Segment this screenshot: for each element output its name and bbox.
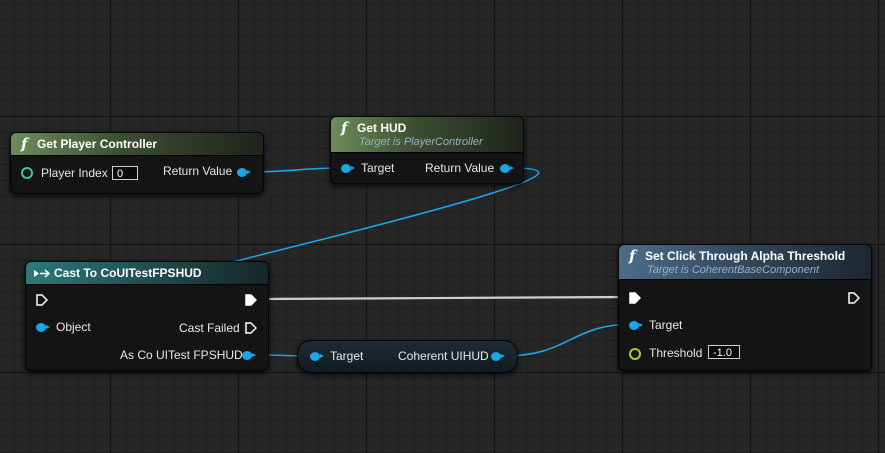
target-pin[interactable] — [341, 164, 355, 173]
cast-icon — [34, 269, 50, 278]
exec-in-pin[interactable] — [629, 292, 641, 304]
node-header: f Set Click Through Alpha Threshold Targ… — [619, 245, 871, 280]
threshold-input[interactable]: -1.0 — [708, 345, 740, 359]
output-pin[interactable] — [491, 352, 505, 361]
target-label: Target — [649, 318, 683, 332]
return-value-label: Return Value — [163, 164, 233, 178]
return-value-label: Return Value — [425, 161, 495, 175]
function-icon: f — [21, 135, 28, 153]
target-pin[interactable] — [629, 321, 643, 330]
return-value-pin[interactable] — [500, 164, 514, 173]
node-set-threshold[interactable]: f Set Click Through Alpha Threshold Targ… — [618, 244, 872, 371]
node-variable-get[interactable]: Target Coherent UIHUD — [297, 340, 518, 373]
as-output-label: As Co UITest FPSHUD — [120, 348, 243, 362]
node-get-player-controller[interactable]: f Get Player Controller Player Index 0 R… — [10, 132, 264, 194]
exec-out-pin[interactable] — [848, 292, 860, 304]
wire-variable-to-target — [503, 323, 635, 357]
node-title: Get Player Controller — [37, 137, 158, 151]
cast-failed-pin[interactable] — [245, 322, 257, 334]
node-header: Cast To CoUITestFPSHUD — [26, 262, 268, 285]
node-cast[interactable]: Cast To CoUITestFPSHUD Object Cast Faile… — [25, 261, 269, 371]
player-index-label: Player Index — [41, 166, 108, 180]
node-header: f Get Player Controller — [11, 133, 263, 156]
object-label: Object — [56, 320, 91, 334]
function-icon: f — [629, 247, 636, 265]
node-get-hud[interactable]: f Get HUD Target is PlayerController Tar… — [330, 116, 524, 184]
object-pin[interactable] — [36, 323, 50, 332]
return-value-pin[interactable] — [237, 168, 251, 177]
exec-in-pin[interactable] — [36, 294, 48, 306]
threshold-pin[interactable] — [629, 348, 641, 360]
threshold-label: Threshold — [649, 346, 703, 360]
node-header: f Get HUD Target is PlayerController — [331, 117, 523, 153]
node-subtitle: Target is CoherentBaseComponent — [647, 264, 820, 276]
target-label: Target — [330, 349, 364, 363]
node-subtitle: Target is PlayerController — [359, 136, 483, 148]
node-title: Cast To CoUITestFPSHUD — [54, 266, 202, 280]
player-index-pin[interactable] — [21, 167, 33, 179]
output-label: Coherent UIHUD — [398, 349, 489, 363]
function-icon: f — [341, 119, 348, 137]
wire-exec-cast-to-set — [257, 295, 629, 301]
node-title: Get HUD — [357, 121, 407, 135]
exec-out-pin[interactable] — [245, 294, 257, 306]
target-label: Target — [361, 161, 395, 175]
as-output-pin[interactable] — [242, 351, 256, 360]
cast-failed-label: Cast Failed — [179, 321, 240, 335]
target-pin[interactable] — [310, 352, 324, 361]
player-index-input[interactable]: 0 — [112, 166, 138, 180]
node-title: Set Click Through Alpha Threshold — [645, 249, 846, 263]
wire-layer — [25, 167, 635, 357]
